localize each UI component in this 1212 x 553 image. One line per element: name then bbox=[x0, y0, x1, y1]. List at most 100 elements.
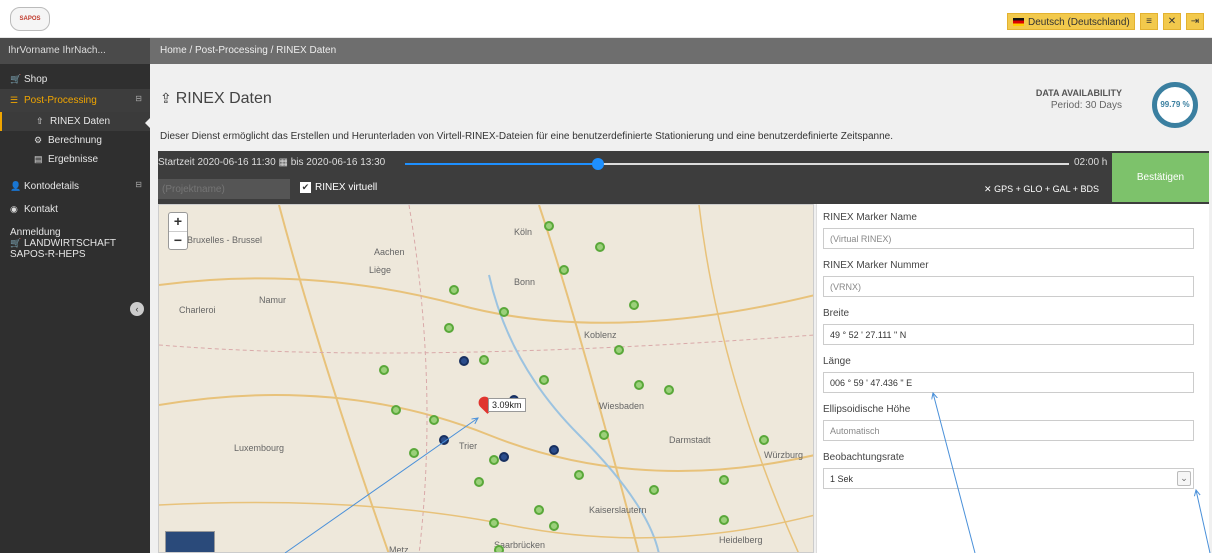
map-place-label: Kaiserslautern bbox=[589, 505, 647, 515]
station-marker[interactable] bbox=[719, 475, 729, 485]
sidebar-item-shop[interactable]: 🛒 Shop bbox=[0, 70, 150, 89]
station-marker[interactable] bbox=[629, 300, 639, 310]
user-icon: 👤 bbox=[10, 181, 22, 191]
station-marker[interactable] bbox=[574, 470, 584, 480]
station-marker[interactable] bbox=[719, 515, 729, 525]
sidebar-item-kontakt[interactable]: ◉ Kontakt bbox=[0, 198, 150, 221]
map-place-label: Liège bbox=[369, 265, 392, 275]
menu-icon[interactable]: ≡ bbox=[1140, 13, 1158, 30]
gnss-selector[interactable]: ✕ GPS + GLO + GAL + BDS bbox=[984, 184, 1099, 195]
breadcrumb[interactable]: Home / Post-Processing / RINEX Daten bbox=[150, 38, 1212, 64]
zoom-out-button[interactable]: − bbox=[169, 231, 187, 249]
station-marker[interactable] bbox=[494, 545, 504, 552]
station-marker[interactable] bbox=[595, 242, 605, 252]
availability-gauge: 99.79 % bbox=[1152, 82, 1198, 128]
map-background bbox=[159, 205, 813, 552]
end-value[interactable]: 2020-06-16 13:30 bbox=[306, 157, 385, 168]
map-place-label: Koblenz bbox=[584, 330, 617, 340]
upload-icon: ⇪ bbox=[160, 90, 172, 106]
zoom-control: + − bbox=[168, 212, 188, 250]
availability-period: Period: 30 Days bbox=[1050, 100, 1122, 111]
chevron-down-icon[interactable]: ⌄ bbox=[1177, 471, 1191, 486]
map-place-label: Darmstadt bbox=[669, 435, 711, 445]
sidebar-item-anmeldung[interactable]: Anmeldung 🛒 LANDWIRTSCHAFT SAPOS-R-HEPS bbox=[0, 221, 150, 264]
start-value[interactable]: 2020-06-16 11:30 bbox=[197, 157, 275, 168]
time-range: Startzeit 2020-06-16 11:30 ▦ bis 2020-06… bbox=[158, 157, 385, 168]
station-marker-selected[interactable] bbox=[549, 445, 559, 455]
station-marker[interactable] bbox=[559, 265, 569, 275]
map-place-label: Heidelberg bbox=[719, 535, 763, 545]
collapse-toggle-icon[interactable]: ⊟ bbox=[135, 180, 142, 189]
station-marker[interactable] bbox=[664, 385, 674, 395]
sidebar-item-kontodetails[interactable]: 👤 Kontodetails ⊟ bbox=[0, 175, 150, 198]
user-name[interactable]: IhrVorname IhrNach... bbox=[0, 38, 150, 64]
station-marker[interactable] bbox=[474, 477, 484, 487]
network-icon[interactable]: ✕ bbox=[1163, 13, 1181, 30]
marker-number-input[interactable]: (VRNX) bbox=[823, 276, 1194, 297]
marker-name-input[interactable]: (Virtual RINEX) bbox=[823, 228, 1194, 249]
sidebar-subitem-berechnung[interactable]: ⚙ Berechnung bbox=[0, 131, 150, 150]
station-marker[interactable] bbox=[479, 355, 489, 365]
sidebar-item-label: Kontakt bbox=[24, 204, 58, 215]
sidebar-subitem-label: RINEX Daten bbox=[50, 116, 111, 127]
chat-icon: ◉ bbox=[10, 204, 18, 214]
sidebar-item-post-processing[interactable]: ☰ Post-Processing ⊟ bbox=[0, 89, 150, 112]
sapos-logo[interactable]: SAPOS bbox=[10, 7, 50, 31]
language-selector[interactable]: Deutsch (Deutschland) ⌄ bbox=[1007, 13, 1135, 45]
station-marker[interactable] bbox=[614, 345, 624, 355]
station-marker-selected[interactable] bbox=[439, 435, 449, 445]
page-title-text: RINEX Daten bbox=[175, 90, 272, 107]
breite-input[interactable]: 49 ° 52 ' 27.111 " N bbox=[823, 324, 1194, 345]
duration-slider[interactable] bbox=[405, 158, 1069, 170]
zoom-in-button[interactable]: + bbox=[169, 213, 187, 231]
station-marker-selected[interactable] bbox=[459, 356, 469, 366]
rate-select[interactable]: 1 Sek ⌄ bbox=[823, 468, 1194, 489]
station-marker[interactable] bbox=[599, 430, 609, 440]
station-marker[interactable] bbox=[534, 505, 544, 515]
start-label: Startzeit bbox=[158, 157, 195, 168]
slider-handle[interactable] bbox=[591, 158, 604, 170]
station-marker[interactable] bbox=[634, 380, 644, 390]
station-marker[interactable] bbox=[449, 285, 459, 295]
logout-icon[interactable]: ⇥ bbox=[1186, 13, 1204, 30]
list-icon: ▤ bbox=[34, 154, 43, 164]
hoehe-label: Ellipsoidische Höhe bbox=[823, 404, 911, 415]
hoehe-input[interactable]: Automatisch bbox=[823, 420, 1194, 441]
checkbox-checked-icon[interactable]: ✔ bbox=[300, 182, 311, 193]
station-marker[interactable] bbox=[429, 415, 439, 425]
station-marker[interactable] bbox=[489, 518, 499, 528]
calendar-icon[interactable]: ▦ bbox=[278, 157, 287, 168]
map-place-label: Wiesbaden bbox=[599, 401, 645, 411]
station-marker[interactable] bbox=[444, 323, 454, 333]
sidebar-item-label: Post-Processing bbox=[24, 95, 97, 106]
station-marker[interactable] bbox=[499, 307, 509, 317]
project-name-input[interactable] bbox=[158, 179, 290, 199]
map[interactable]: Bruxelles - Brussel Köln Bonn Koblenz Wiesba… bbox=[158, 204, 814, 553]
rate-label: Beobachtungsrate bbox=[823, 452, 905, 463]
collapse-sidebar-icon[interactable]: ‹ bbox=[130, 302, 144, 316]
station-marker[interactable] bbox=[549, 521, 559, 531]
sidebar-subitem-ergebnisse[interactable]: ▤ Ergebnisse bbox=[0, 150, 150, 169]
map-layer-thumbnail[interactable] bbox=[165, 531, 215, 552]
station-marker[interactable] bbox=[539, 375, 549, 385]
station-marker[interactable] bbox=[379, 365, 389, 375]
laenge-input[interactable]: 006 ° 59 ' 47.436 " E bbox=[823, 372, 1194, 393]
rinex-virtual-checkbox[interactable]: ✔ RINEX virtuell bbox=[300, 182, 377, 193]
sidebar-item-label: Shop bbox=[24, 74, 48, 85]
collapse-toggle-icon[interactable]: ⊟ bbox=[135, 94, 142, 103]
confirm-button[interactable]: Bestätigen bbox=[1112, 153, 1209, 202]
station-marker[interactable] bbox=[649, 485, 659, 495]
station-marker[interactable] bbox=[544, 221, 554, 231]
station-marker[interactable] bbox=[409, 448, 419, 458]
map-place-label: Würzburg bbox=[764, 450, 804, 460]
page-description: Dieser Dienst ermöglicht das Erstellen u… bbox=[160, 131, 894, 142]
duration-value: 02:00 h bbox=[1074, 157, 1108, 168]
sidebar-subitem-rinex-daten[interactable]: ⇧ RINEX Daten bbox=[0, 112, 151, 131]
sidebar-item-label: Kontodetails bbox=[24, 181, 80, 192]
station-marker-selected[interactable] bbox=[499, 452, 509, 462]
station-marker[interactable] bbox=[489, 455, 499, 465]
gnss-label: GPS + GLO + GAL + BDS bbox=[994, 184, 1100, 194]
station-marker[interactable] bbox=[391, 405, 401, 415]
map-place-label: Luxembourg bbox=[234, 443, 285, 453]
station-marker[interactable] bbox=[759, 435, 769, 445]
